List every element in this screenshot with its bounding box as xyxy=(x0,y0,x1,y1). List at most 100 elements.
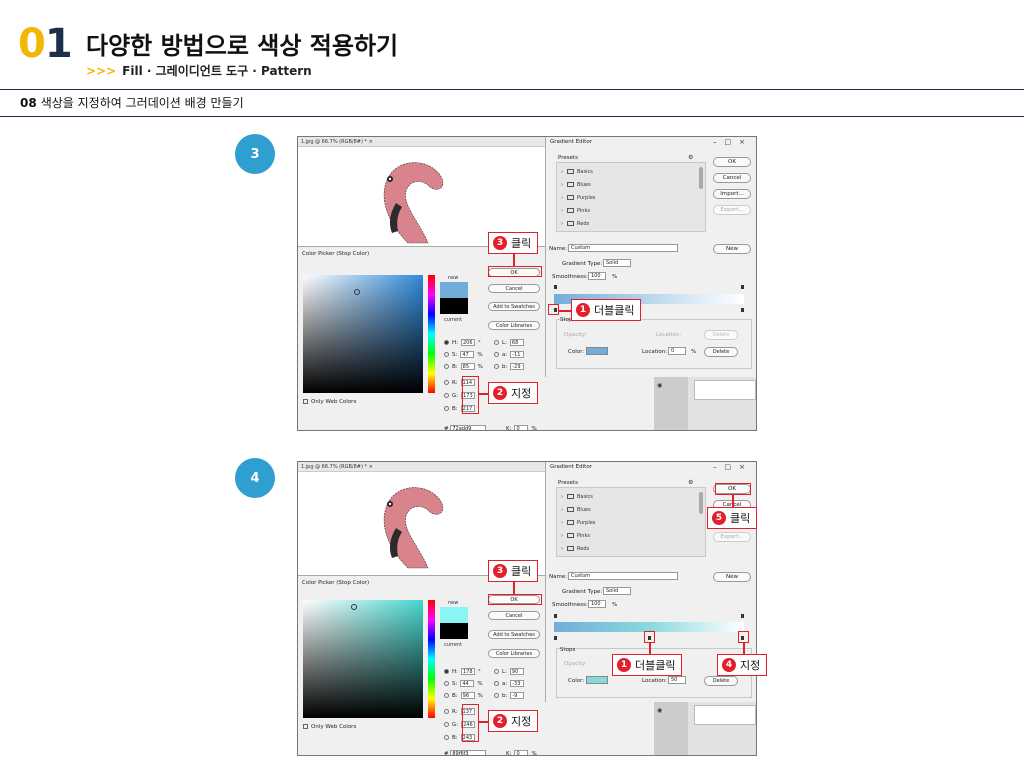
h-field[interactable]: 178 xyxy=(461,668,475,675)
opacity-delete-button[interactable]: Delete xyxy=(704,330,738,340)
export-button[interactable]: Export... xyxy=(713,205,751,215)
color-location-input[interactable]: 50 xyxy=(668,676,686,684)
k-field[interactable]: 0 xyxy=(514,750,529,755)
color-field-cursor[interactable] xyxy=(354,289,360,295)
eye-icon[interactable]: ◉ xyxy=(657,382,662,389)
preset-folder[interactable]: › Purples xyxy=(561,195,595,201)
checkbox-icon[interactable] xyxy=(303,399,308,404)
hex-field[interactable]: 89f6f3 xyxy=(450,750,487,755)
l-field[interactable]: 90 xyxy=(509,668,524,675)
hue-slider[interactable] xyxy=(428,600,435,718)
eye-icon[interactable]: ◉ xyxy=(657,707,662,714)
cancel-button[interactable]: Cancel xyxy=(488,284,540,293)
color-stop-right[interactable] xyxy=(741,308,744,312)
a-field[interactable]: -33 xyxy=(510,680,525,687)
preset-folder[interactable]: › Blues xyxy=(561,507,591,513)
cancel-button[interactable]: Cancel xyxy=(713,173,751,183)
add-to-swatches-button[interactable]: Add to Swatches xyxy=(488,302,540,311)
l-radio[interactable] xyxy=(494,669,499,674)
new-button[interactable]: New xyxy=(713,244,751,254)
layer-thumbnail[interactable] xyxy=(694,705,756,725)
preset-folder[interactable]: › Purples xyxy=(561,520,595,526)
g-radio[interactable] xyxy=(444,393,449,398)
lab-b-radio[interactable] xyxy=(494,364,499,369)
preset-folder[interactable]: › Basics xyxy=(561,494,593,500)
close-icon[interactable]: × xyxy=(739,138,753,146)
scrollbar[interactable] xyxy=(699,492,703,514)
opacity-stop-left[interactable] xyxy=(554,614,557,618)
checkbox-icon[interactable] xyxy=(303,724,308,729)
preset-folder[interactable]: › Pinks xyxy=(561,533,590,539)
minimize-icon[interactable]: – xyxy=(713,463,725,471)
gradient-type-select[interactable]: Solid xyxy=(603,587,631,595)
r-radio[interactable] xyxy=(444,380,449,385)
b-field[interactable]: 85 xyxy=(460,363,475,370)
color-libraries-button[interactable]: Color Libraries xyxy=(488,321,540,330)
preset-folder[interactable]: › Basics xyxy=(561,169,593,175)
l-field[interactable]: 68 xyxy=(509,339,524,346)
preset-folder[interactable]: › Reds xyxy=(561,546,589,552)
add-to-swatches-button[interactable]: Add to Swatches xyxy=(488,630,540,639)
preset-folder[interactable]: › Blues xyxy=(561,182,591,188)
hue-slider[interactable] xyxy=(428,275,435,393)
opacity-stop-right[interactable] xyxy=(741,614,744,618)
k-field[interactable]: 0 xyxy=(514,425,529,430)
b-radio[interactable] xyxy=(444,693,449,698)
a-radio[interactable] xyxy=(494,681,499,686)
b-field[interactable]: 96 xyxy=(460,692,475,699)
rgb-b-radio[interactable] xyxy=(444,406,449,411)
lab-b-radio[interactable] xyxy=(494,693,499,698)
gear-icon[interactable]: ⚙ xyxy=(688,479,693,486)
color-field-cursor[interactable] xyxy=(351,604,357,610)
s-radio[interactable] xyxy=(444,681,449,686)
name-input[interactable]: Custom xyxy=(568,572,678,580)
a-radio[interactable] xyxy=(494,352,499,357)
s-field[interactable]: 44 xyxy=(460,680,475,687)
color-location-input[interactable]: 0 xyxy=(668,347,686,355)
gradient-type-select[interactable]: Solid xyxy=(603,259,631,267)
close-icon[interactable]: × xyxy=(739,463,753,471)
smoothness-input[interactable]: 100 xyxy=(588,272,606,280)
lab-b-field[interactable]: -9 xyxy=(510,692,525,699)
color-libraries-button[interactable]: Color Libraries xyxy=(488,649,540,658)
only-web-colors[interactable]: Only Web Colors xyxy=(303,724,356,730)
color-field[interactable] xyxy=(303,600,423,718)
preset-folder[interactable]: › Pinks xyxy=(561,208,590,214)
s-radio[interactable] xyxy=(444,352,449,357)
stop-color-swatch[interactable] xyxy=(586,676,608,684)
a-field[interactable]: -11 xyxy=(510,351,525,358)
only-web-colors[interactable]: Only Web Colors xyxy=(303,399,356,405)
l-radio[interactable] xyxy=(494,340,499,345)
document-tab[interactable]: 1.jpg @ 66.7% (RGB/8#) * × xyxy=(298,462,545,472)
h-field[interactable]: 206 xyxy=(461,339,475,346)
document-tab[interactable]: 1.jpg @ 66.7% (RGB/8#) * × xyxy=(298,137,545,147)
name-input[interactable]: Custom xyxy=(568,244,678,252)
export-button[interactable]: Export... xyxy=(713,532,751,542)
ok-button[interactable]: OK xyxy=(713,157,751,167)
color-delete-button[interactable]: Delete xyxy=(704,347,738,357)
color-stop-left[interactable] xyxy=(554,636,557,640)
preset-folder[interactable]: › Reds xyxy=(561,221,589,227)
h-radio[interactable] xyxy=(444,669,449,674)
b-radio[interactable] xyxy=(444,364,449,369)
maximize-icon[interactable]: □ xyxy=(725,463,740,471)
color-delete-button[interactable]: Delete xyxy=(704,676,738,686)
new-button[interactable]: New xyxy=(713,572,751,582)
r-radio[interactable] xyxy=(444,709,449,714)
maximize-icon[interactable]: □ xyxy=(725,138,740,146)
minimize-icon[interactable]: – xyxy=(713,138,725,146)
hex-field[interactable]: 72add9 xyxy=(450,425,487,430)
stop-color-swatch[interactable] xyxy=(586,347,608,355)
import-button[interactable]: Import... xyxy=(713,189,751,199)
layer-thumbnail[interactable] xyxy=(694,380,756,400)
g-radio[interactable] xyxy=(444,722,449,727)
gear-icon[interactable]: ⚙ xyxy=(688,154,693,161)
cancel-button[interactable]: Cancel xyxy=(488,611,540,620)
opacity-stop-right[interactable] xyxy=(741,285,744,289)
s-field[interactable]: 47 xyxy=(460,351,475,358)
opacity-stop-left[interactable] xyxy=(554,285,557,289)
h-radio[interactable] xyxy=(444,340,449,345)
rgb-b-radio[interactable] xyxy=(444,735,449,740)
lab-b-field[interactable]: -29 xyxy=(510,363,525,370)
color-field[interactable] xyxy=(303,275,423,393)
